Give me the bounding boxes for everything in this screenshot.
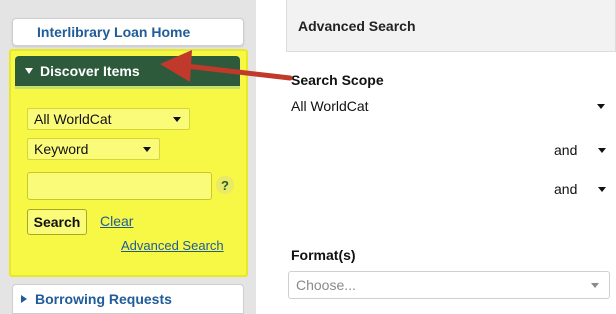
operator-value-1: and bbox=[554, 142, 578, 158]
operator-select-2[interactable]: and bbox=[554, 178, 612, 200]
search-scope-select[interactable]: All WorldCat bbox=[288, 95, 613, 117]
chevron-down-icon bbox=[597, 103, 605, 109]
chevron-down-icon bbox=[143, 146, 151, 152]
page-title: Advanced Search bbox=[298, 17, 416, 34]
advanced-search-panel: Advanced Search Search Scope All WorldCa… bbox=[278, 0, 616, 314]
operator-value-2: and bbox=[554, 181, 578, 197]
ill-home-link[interactable]: Interlibrary Loan Home bbox=[12, 18, 244, 46]
chevron-down-icon bbox=[598, 147, 606, 153]
scope-select-value: All WorldCat bbox=[34, 111, 112, 127]
format-placeholder: Choose... bbox=[296, 277, 356, 293]
format-label: Format(s) bbox=[291, 247, 356, 263]
search-button-label: Search bbox=[33, 214, 81, 230]
borrowing-requests-label: Borrowing Requests bbox=[35, 291, 172, 307]
ill-home-label: Interlibrary Loan Home bbox=[37, 24, 191, 40]
search-field-select[interactable]: Keyword bbox=[27, 138, 160, 160]
chevron-down-icon bbox=[173, 116, 181, 122]
borrowing-requests-link[interactable]: Borrowing Requests bbox=[12, 284, 244, 314]
advanced-search-link[interactable]: Advanced Search bbox=[121, 238, 224, 253]
search-button[interactable]: Search bbox=[27, 209, 87, 235]
keyword-search-input[interactable] bbox=[27, 172, 212, 200]
clear-link[interactable]: Clear bbox=[100, 213, 133, 229]
format-select[interactable]: Choose... bbox=[288, 271, 610, 299]
search-field-value: Keyword bbox=[34, 141, 89, 157]
operator-select-1[interactable]: and bbox=[554, 139, 612, 161]
caret-down-icon bbox=[25, 68, 33, 74]
discover-items-label: Discover Items bbox=[40, 63, 140, 79]
discover-items-header[interactable]: Discover Items bbox=[15, 56, 240, 89]
sidebar: Interlibrary Loan Home Discover Items Al… bbox=[0, 0, 256, 314]
scope-select[interactable]: All WorldCat bbox=[27, 108, 190, 130]
chevron-down-icon bbox=[598, 186, 606, 192]
chevron-down-icon bbox=[591, 282, 599, 288]
help-icon[interactable]: ? bbox=[216, 176, 234, 194]
search-scope-value: All WorldCat bbox=[291, 98, 369, 114]
search-scope-label: Search Scope bbox=[291, 72, 384, 88]
caret-right-icon bbox=[21, 295, 27, 303]
advanced-search-header: Advanced Search bbox=[286, 0, 616, 52]
